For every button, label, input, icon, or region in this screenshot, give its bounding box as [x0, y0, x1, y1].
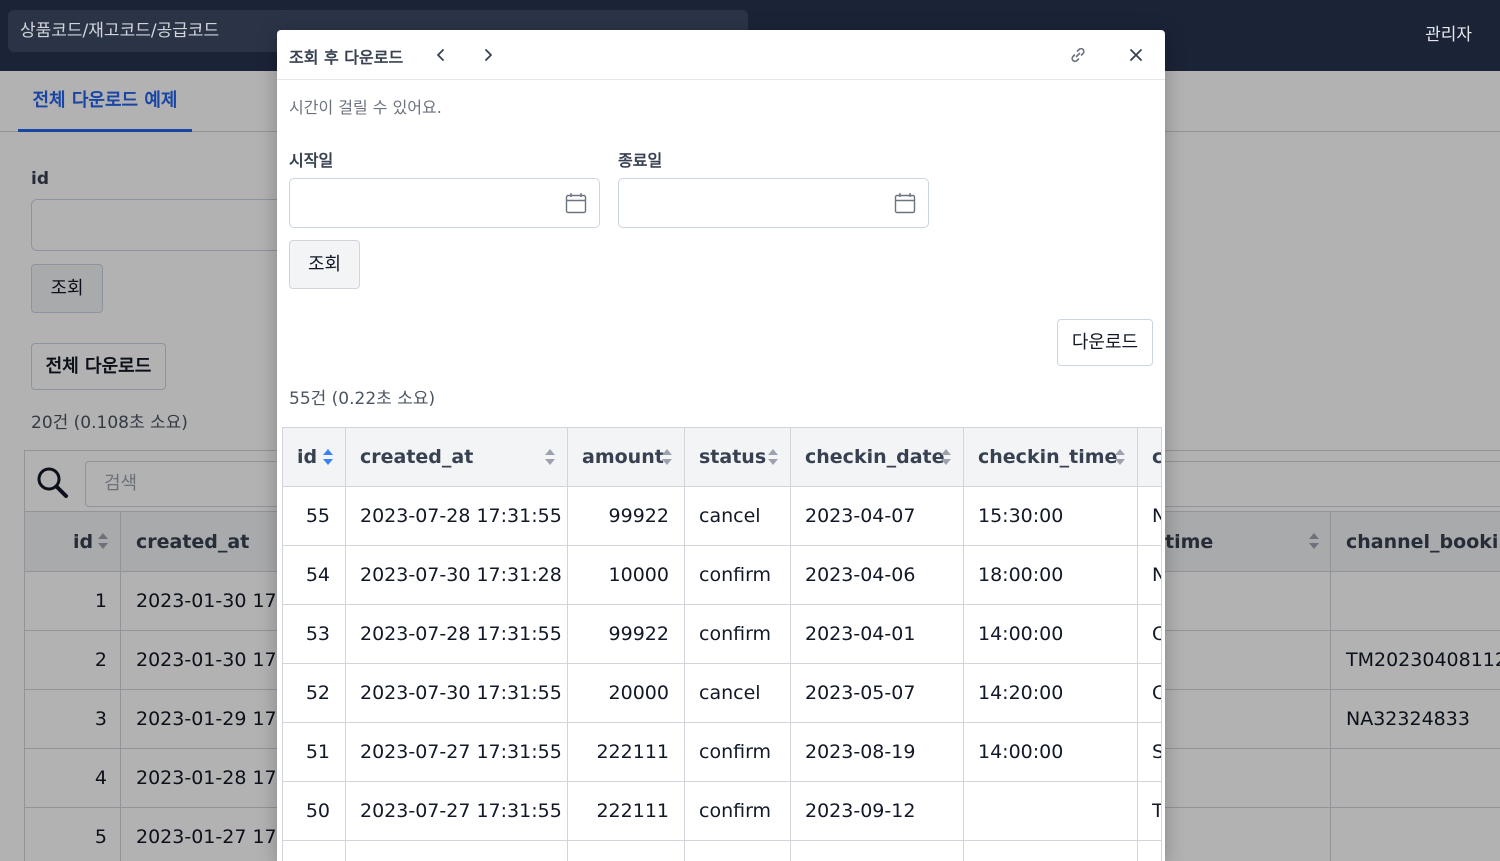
- link-icon[interactable]: [1066, 43, 1090, 67]
- cell-amount: 20000: [608, 682, 669, 704]
- table-row[interactable]: 51 2023-07-27 17:31:55 222111 confirm 20…: [283, 723, 1161, 782]
- cell-checkin-date: 2023-04-07: [805, 505, 916, 527]
- column-header-checkin-time[interactable]: checkin_time: [978, 428, 1117, 487]
- cell-checkin-date: 2023-08-19: [805, 741, 916, 763]
- cell-id: 55: [305, 505, 330, 527]
- sort-icon[interactable]: [767, 448, 779, 466]
- cell-id: 52: [305, 682, 330, 704]
- cell-created-at: 2023-07-30 17:31:55: [360, 682, 562, 704]
- cell-created-at: 2023-07-27 17:31:55: [360, 741, 562, 763]
- cell-truncated: C: [1152, 664, 1161, 723]
- cell-id: 50: [305, 800, 330, 822]
- table-row[interactable]: 53 2023-07-28 17:31:55 99922 confirm 202…: [283, 605, 1161, 664]
- cell-checkin-date: 2023-05-07: [805, 682, 916, 704]
- cell-checkin-date: 2023-04-01: [805, 623, 916, 645]
- chevron-left-icon[interactable]: [429, 43, 453, 67]
- modal-download-button[interactable]: 다운로드: [1057, 319, 1153, 366]
- sort-icon[interactable]: [1114, 448, 1126, 466]
- admin-menu[interactable]: 관리자: [1425, 20, 1472, 45]
- download-modal: 조회 후 다운로드 시간이 걸릴 수 있어요. 시작일 종료일 조회 다운로드 …: [277, 30, 1165, 861]
- calendar-icon[interactable]: [565, 192, 587, 214]
- cell-checkin-time: 14:00:00: [978, 741, 1064, 763]
- column-header-amount[interactable]: amount: [582, 428, 664, 487]
- cell-checkin-time: 14:20:00: [978, 682, 1064, 704]
- cell-truncated: T: [1152, 782, 1161, 841]
- column-header-status[interactable]: status: [699, 428, 766, 487]
- column-header-truncated[interactable]: c: [1152, 428, 1161, 487]
- cell-amount: 222111: [596, 800, 669, 822]
- cell-truncated: S: [1152, 723, 1161, 782]
- cell-amount: 222111: [596, 741, 669, 763]
- end-date-label: 종료일: [618, 151, 663, 170]
- cell-id: 54: [305, 564, 330, 586]
- modal-title: 조회 후 다운로드: [289, 48, 404, 67]
- cell-id: 53: [305, 623, 330, 645]
- modal-query-button[interactable]: 조회: [289, 240, 360, 289]
- cell-created-at: 2023-07-27 17:31:55: [360, 800, 562, 822]
- modal-hint-text: 시간이 걸릴 수 있어요.: [289, 98, 442, 117]
- cell-status: cancel: [699, 682, 761, 704]
- sort-icon[interactable]: [661, 448, 673, 466]
- sort-icon[interactable]: [544, 448, 556, 466]
- cell-amount: 10000: [608, 564, 669, 586]
- column-header-created-at[interactable]: created_at: [360, 428, 473, 487]
- cell-checkin-date: 2023-04-06: [805, 564, 916, 586]
- cell-truncated: N: [1152, 546, 1161, 605]
- grid-header-row: id created_at amount status checkin_date…: [283, 428, 1161, 487]
- cell-id: 51: [305, 741, 330, 763]
- column-header-id[interactable]: id: [297, 428, 317, 487]
- modal-result-count: 55건 (0.22초 소요): [289, 389, 436, 409]
- cell-created-at: 2023-07-28 17:31:55: [360, 623, 562, 645]
- chevron-right-icon[interactable]: [476, 43, 500, 67]
- cell-checkin-time: 18:00:00: [978, 564, 1064, 586]
- cell-status: cancel: [699, 505, 761, 527]
- column-header-checkin-date[interactable]: checkin_date: [805, 428, 945, 487]
- cell-checkin-time: 14:00:00: [978, 623, 1064, 645]
- cell-truncated: N: [1152, 487, 1161, 546]
- table-row[interactable]: 52 2023-07-30 17:31:55 20000 cancel 2023…: [283, 664, 1161, 723]
- cell-checkin-time: 15:30:00: [978, 505, 1064, 527]
- sort-icon[interactable]: [322, 448, 334, 466]
- table-row[interactable]: 50 2023-07-27 17:31:55 222111 confirm 20…: [283, 782, 1161, 841]
- sort-icon[interactable]: [940, 448, 952, 466]
- table-row[interactable]: 55 2023-07-28 17:31:55 99922 cancel 2023…: [283, 487, 1161, 546]
- cell-status: confirm: [699, 800, 772, 822]
- cell-amount: 99922: [608, 623, 669, 645]
- modal-header: 조회 후 다운로드: [277, 30, 1165, 80]
- start-date-input[interactable]: [289, 178, 600, 228]
- table-row[interactable]: 54 2023-07-30 17:31:28 10000 confirm 202…: [283, 546, 1161, 605]
- start-date-label: 시작일: [289, 151, 334, 170]
- modal-data-grid: id created_at amount status checkin_date…: [282, 427, 1162, 861]
- cell-status: confirm: [699, 741, 772, 763]
- cell-status: confirm: [699, 564, 772, 586]
- close-icon[interactable]: [1124, 43, 1148, 67]
- calendar-icon[interactable]: [894, 192, 916, 214]
- cell-checkin-date: 2023-09-12: [805, 800, 916, 822]
- cell-created-at: 2023-07-28 17:31:55: [360, 505, 562, 527]
- cell-truncated: C: [1152, 605, 1161, 664]
- end-date-input[interactable]: [618, 178, 929, 228]
- cell-amount: 99922: [608, 505, 669, 527]
- cell-status: confirm: [699, 623, 772, 645]
- cell-created-at: 2023-07-30 17:31:28: [360, 564, 562, 586]
